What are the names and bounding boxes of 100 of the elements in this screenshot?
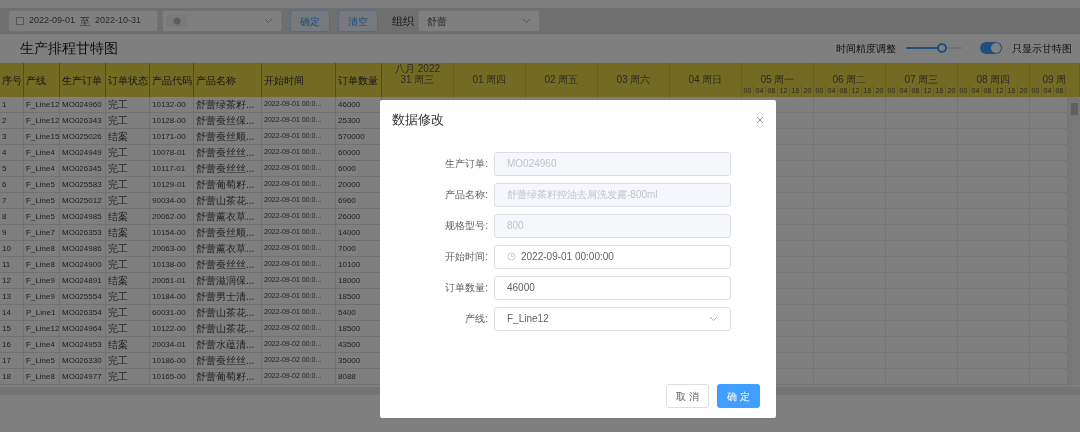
order-cell: MO025012 [62,194,102,207]
product-cell-text: 舒蕾蚕丝丝... [196,354,255,368]
row-number: 3 [2,130,7,143]
quantity-cell: 6000 [338,162,356,175]
quantity-cell: 18000 [338,274,361,287]
code-cell: 10138-00 [152,258,186,271]
quantity-cell: 5400 [338,306,356,319]
status-cell-text: 完工 [108,146,128,160]
row-number: 18 [2,370,11,383]
field-value: 2022-09-01 00:00:00 [521,250,615,264]
precision-label: 时间精度调整 [836,41,896,56]
line-cell: P_Line1 [26,306,56,319]
order-cell: MO024986 [62,242,102,255]
column-header: 产品代码 [152,73,192,88]
field-label: 订单数量: [444,281,488,295]
product-cell-text: 舒蕾山茶花... [196,306,255,320]
day-label: 31 周三 [400,74,435,87]
column-header: 生产订单 [62,73,102,88]
product-cell-text: 舒蕾薰衣草... [196,210,255,224]
product-cell-text: 舒蕾薰衣草... [196,242,255,256]
quantity-cell: 35000 [338,354,361,367]
order-cell: MO024985 [62,210,102,223]
line-cell: F_Line4 [26,338,55,351]
status-cell-text: 完工 [108,370,128,384]
status-cell-text: 结案 [108,338,128,352]
code-cell: 10132-00 [152,98,186,111]
order-cell: MO024949 [62,146,102,159]
field-label: 开始时间: [444,250,488,264]
row-number: 14 [2,306,11,319]
status-cell-text: 完工 [108,98,128,112]
order-cell: MO026330 [62,354,102,367]
product-cell-text: 舒蕾蚕丝丝... [196,258,255,272]
status-cell-text: 结案 [108,210,128,224]
quantity-cell: 60000 [338,146,361,159]
line-cell: F_Line9 [26,274,55,287]
line-cell: F_Line4 [26,162,55,175]
line-cell: F_Line7 [26,226,55,239]
row-number: 13 [2,290,11,303]
column-header: 开始时间 [264,73,304,88]
status-cell-text: 完工 [108,162,128,176]
code-cell: 20063-00 [152,242,186,255]
code-cell: 10171-00 [152,130,186,143]
code-cell: 10122-00 [152,322,186,335]
line-cell: F_Line8 [26,258,55,271]
org-label: 组织 [392,13,414,29]
quantity-cell: 7000 [338,242,356,255]
product-cell-text: 舒蕾水蕴清... [196,338,255,352]
field-label: 生产订单: [444,157,488,171]
product-cell-text: 舒蕾山茶花... [196,322,255,336]
end-date: 2022-10-31 [95,14,142,28]
column-header: 产品名称 [196,73,236,88]
field-label: 产品名称: [444,188,488,202]
quantity-cell: 8088 [338,370,356,383]
code-cell: 20062-00 [152,210,186,223]
line-cell: F_Line5 [26,210,55,223]
quantity-cell: 46000 [338,98,361,111]
day-label: 07 周三 [904,73,939,87]
line-cell: F_Line15 [26,130,60,143]
day-label: 03 周六 [616,73,651,87]
line-cell: F_Line5 [26,354,55,367]
code-cell: 10128-00 [152,114,186,127]
order-cell: MO026345 [62,162,102,175]
code-cell: 10165-00 [152,370,186,383]
product-cell-text: 舒蕾葡萄籽... [196,370,255,384]
code-cell: 10129-01 [152,178,186,191]
order-cell: MO026343 [62,114,102,127]
field-label: 产线: [464,312,488,326]
status-cell-text: 完工 [108,290,128,304]
row-number: 16 [2,338,11,351]
field-value: 46000 [507,281,536,295]
quantity-cell: 43500 [338,338,361,351]
order-cell: MO026353 [62,226,102,239]
column-header: 序号 [2,73,22,88]
row-number: 11 [2,258,11,271]
product-cell-text: 舒蕾山茶花... [196,194,255,208]
product-cell-text: 舒蕾蚕丝顺... [196,130,255,144]
quantity-cell: 18500 [338,322,361,335]
row-number: 5 [2,162,7,175]
status-cell-text: 完工 [108,258,128,272]
code-cell: 90034-00 [152,194,186,207]
line-cell: F_Line9 [26,290,55,303]
row-number: 17 [2,354,11,367]
status-cell-text: 完工 [108,306,128,320]
product-cell-text: 舒蕾蚕丝顺... [196,226,255,240]
order-cell: MO024891 [62,274,102,287]
status-cell-text: 完工 [108,114,128,128]
status-cell-text: 结案 [108,274,128,288]
order-cell: MO024953 [62,338,102,351]
status-cell-text: 完工 [108,178,128,192]
row-number: 10 [2,242,11,255]
product-cell-text: 舒蕾蚕丝丝... [196,146,255,160]
code-cell: 10078-01 [152,146,186,159]
product-cell-text: 舒蕾男士清... [196,290,255,304]
order-cell: MO024960 [62,98,102,111]
row-number: 6 [2,178,7,191]
order-cell: MO024900 [62,258,102,271]
range-separator: 至 [80,14,91,29]
product-cell-text: 舒蕾滋润保... [196,274,255,288]
row-number: 2 [2,114,7,127]
line-cell: F_Line8 [26,242,55,255]
